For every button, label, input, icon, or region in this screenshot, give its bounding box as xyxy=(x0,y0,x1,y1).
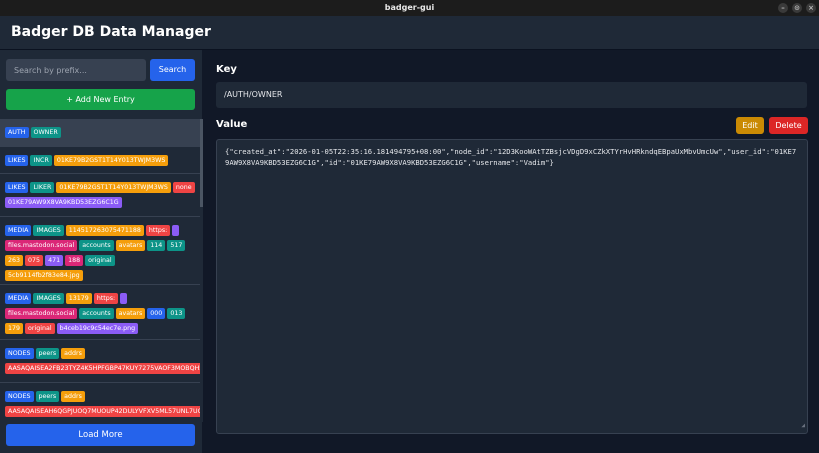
search-input[interactable] xyxy=(6,59,146,81)
value-label: Value xyxy=(216,119,248,130)
list-item-tag-row: AASAQAISEAH6QGPJUOQ7MUOUP42DULYVFXV5ML57… xyxy=(5,406,200,417)
key-segment-tag: files.mastodon.social xyxy=(5,240,78,251)
key-segment-tag: https: xyxy=(145,225,171,236)
list-item[interactable]: LIKES LIKER 01KE79B2GST1T14Y013TWJM3WS none… xyxy=(0,174,200,217)
key-segment-tag: peers xyxy=(35,348,60,359)
key-segment-tag: original xyxy=(25,323,55,334)
key-segment-tag: AASAQAISEAH6QGPJUOQ7MUOUP42DULYVFXV5ML57… xyxy=(5,406,200,417)
list-item-tag-row: 5cb9114fb2f83e84.jpg xyxy=(5,270,85,281)
app-header: Badger DB Data Manager xyxy=(0,16,819,50)
main-panel: Key /AUTH/OWNER Value Edit Delete {"crea… xyxy=(203,50,819,453)
key-segment-tag: AUTH xyxy=(5,127,29,138)
close-icon[interactable]: × xyxy=(806,3,816,13)
key-segment-tag: NODES xyxy=(5,348,34,359)
list-item[interactable]: MEDIA IMAGES 114517263075471188 https: files… xyxy=(0,217,200,285)
key-segment-tag: 075 xyxy=(25,255,44,266)
delete-button[interactable]: Delete xyxy=(769,117,808,134)
key-segment-tag: 263 xyxy=(5,255,24,266)
list-item-tag-row: AASAQAISEA2FB23TYZ4K5HPFGBP47KUY7275VAOF… xyxy=(5,363,200,374)
key-segment-tag: 013 xyxy=(167,308,186,319)
list-item-tag-row: 263 075 471 188 original xyxy=(5,255,117,266)
list-item-tag-row: AUTH OWNER xyxy=(5,127,63,138)
key-segment-tag: addrs xyxy=(61,391,85,402)
key-field[interactable]: /AUTH/OWNER xyxy=(216,82,807,108)
list-item-tag-row: NODES peers addrs xyxy=(5,348,87,359)
sidebar: Search + Add New Entry AUTHOWNERLIKESINC… xyxy=(0,50,203,453)
window-title: badger-gui xyxy=(384,3,435,12)
key-segment-tag: 01KE79B2GST1T14Y013TWJM3WS xyxy=(53,155,169,166)
key-segment-tag: avatars xyxy=(115,308,146,319)
entry-list: AUTH OWNER LIKES INCR 01KE79B2GST1T14Y013TWJ… xyxy=(0,119,200,422)
key-segment-tag: 179 xyxy=(5,323,24,334)
key-segment-tag: 5cb9114fb2f83e84.jpg xyxy=(5,270,83,281)
minimize-icon[interactable]: – xyxy=(778,3,788,13)
key-segment-tag xyxy=(120,293,128,304)
window-titlebar: badger-gui – ⊙ × xyxy=(0,0,819,16)
key-segment-tag: accounts xyxy=(79,308,114,319)
list-item[interactable]: NODES peers addrs AASAQAISEAH6QGPJUOQ7MUOUP… xyxy=(0,383,200,422)
key-segment-tag: AASAQAISEA2FB23TYZ4K5HPFGBP47KUY7275VAOF… xyxy=(5,363,200,374)
key-segment-tag: 114 xyxy=(147,240,166,251)
list-item-tag-row: files.mastodon.social accounts avatars 114 5… xyxy=(5,240,187,251)
list-item[interactable]: MEDIA IMAGES 13179 https: files.mastodon.soc… xyxy=(0,285,200,340)
list-item[interactable]: NODES peers addrs AASAQAISEA2FB23TYZ4K5HPFG… xyxy=(0,340,200,383)
list-item-tag-row: NODES peers addrs xyxy=(5,391,87,402)
key-segment-tag: INCR xyxy=(30,155,52,166)
list-item-tag-row: LIKES LIKER 01KE79B2GST1T14Y013TWJM3WS none xyxy=(5,182,197,193)
list-item-tag-row: files.mastodon.social accounts avatars 000 0… xyxy=(5,308,187,319)
key-segment-tag: peers xyxy=(35,391,60,402)
key-segment-tag: b4ceb19c9c54ec7e.png xyxy=(56,323,139,334)
key-segment-tag: MEDIA xyxy=(5,225,32,236)
edit-button[interactable]: Edit xyxy=(736,117,764,134)
list-item[interactable]: AUTH OWNER xyxy=(0,119,200,147)
key-segment-tag: 114517263075471188 xyxy=(65,225,144,236)
key-segment-tag: avatars xyxy=(115,240,146,251)
maximize-icon[interactable]: ⊙ xyxy=(792,3,802,13)
key-segment-tag: 01KE79B2GST1T14Y013TWJM3WS xyxy=(56,182,171,193)
list-item-tag-row: MEDIA IMAGES 114517263075471188 https: xyxy=(5,225,181,236)
value-text: {"created_at":"2026-01-05T22:35:16.18149… xyxy=(225,147,797,167)
key-segment-tag: IMAGES xyxy=(33,293,64,304)
key-segment-tag: 471 xyxy=(45,255,64,266)
value-textarea[interactable]: {"created_at":"2026-01-05T22:35:16.18149… xyxy=(216,139,808,434)
list-item[interactable]: LIKES INCR 01KE79B2GST1T14Y013TWJM3WS xyxy=(0,147,200,174)
key-segment-tag: LIKES xyxy=(5,155,29,166)
key-segment-tag: 13179 xyxy=(65,293,92,304)
key-segment-tag: 188 xyxy=(65,255,84,266)
search-button[interactable]: Search xyxy=(150,59,195,81)
page-title: Badger DB Data Manager xyxy=(11,24,211,40)
list-item-tag-row: 01KE79AW9X8VA9KBD53EZG6C1G xyxy=(5,197,124,208)
key-segment-tag: LIKER xyxy=(30,182,55,193)
add-entry-button[interactable]: + Add New Entry xyxy=(6,89,195,110)
list-item-tag-row: LIKES INCR 01KE79B2GST1T14Y013TWJM3WS xyxy=(5,155,170,166)
key-segment-tag: NODES xyxy=(5,391,34,402)
key-segment-tag: original xyxy=(85,255,115,266)
key-segment-tag: none xyxy=(172,182,195,193)
resize-handle-icon[interactable]: ◢ xyxy=(801,420,805,431)
key-segment-tag xyxy=(172,225,180,236)
key-segment-tag: 000 xyxy=(147,308,166,319)
list-item-tag-row: MEDIA IMAGES 13179 https: xyxy=(5,293,129,304)
key-segment-tag: files.mastodon.social xyxy=(5,308,78,319)
key-segment-tag: accounts xyxy=(79,240,114,251)
list-item-tag-row: 179 original b4ceb19c9c54ec7e.png xyxy=(5,323,140,334)
key-segment-tag: 01KE79AW9X8VA9KBD53EZG6C1G xyxy=(5,197,122,208)
key-segment-tag: https: xyxy=(93,293,119,304)
key-segment-tag: addrs xyxy=(61,348,85,359)
key-label: Key xyxy=(216,64,237,75)
load-more-button[interactable]: Load More xyxy=(6,424,195,446)
key-segment-tag: OWNER xyxy=(30,127,61,138)
key-segment-tag: 517 xyxy=(167,240,186,251)
key-segment-tag: IMAGES xyxy=(33,225,64,236)
key-segment-tag: MEDIA xyxy=(5,293,32,304)
key-segment-tag: LIKES xyxy=(5,182,29,193)
